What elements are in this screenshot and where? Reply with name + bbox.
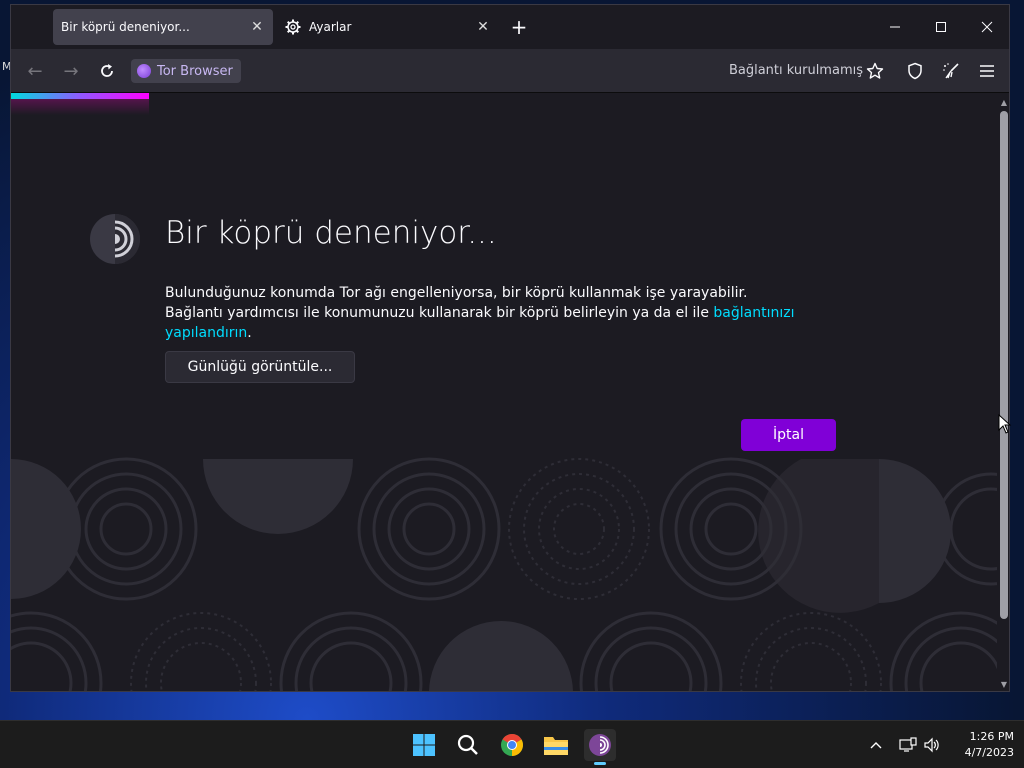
- page-title: Bir köprü deneniyor...: [165, 215, 497, 251]
- taskbar: 1:26 PM 4/7/2023: [0, 720, 1024, 768]
- search-icon[interactable]: [452, 729, 484, 761]
- bookmark-star-icon[interactable]: [861, 57, 889, 85]
- scroll-up-icon[interactable]: ▲: [1000, 99, 1008, 107]
- minimize-icon[interactable]: [881, 13, 909, 41]
- tab-settings[interactable]: Ayarlar ✕: [279, 9, 499, 45]
- tor-onion-icon: [137, 64, 151, 78]
- view-log-button[interactable]: Günlüğü görüntüle...: [165, 351, 355, 383]
- page-content: Bir köprü deneniyor... Bulunduğunuz konu…: [11, 93, 997, 691]
- chrome-icon[interactable]: [496, 729, 528, 761]
- tab-bar: Bir köprü deneniyor... ✕ Ayarlar ✕ +: [11, 5, 1009, 49]
- connection-status-label: Bağlantı kurulmamış: [728, 63, 863, 78]
- scroll-thumb[interactable]: [1000, 111, 1008, 619]
- clock-time: 1:26 PM: [969, 730, 1014, 743]
- close-tab-icon[interactable]: ✕: [471, 15, 495, 39]
- tab-title: Bir köprü deneniyor...: [61, 20, 190, 34]
- close-window-icon[interactable]: [973, 13, 1001, 41]
- url-bar[interactable]: Tor Browser Bağlantı kurulmamış: [131, 55, 863, 87]
- tab-bridge-connecting[interactable]: Bir köprü deneniyor... ✕: [53, 9, 273, 45]
- browser-window: Bir köprü deneniyor... ✕ Ayarlar ✕ + ← →…: [10, 4, 1010, 692]
- back-arrow-icon[interactable]: ←: [21, 57, 49, 85]
- menu-hamburger-icon[interactable]: [973, 57, 1001, 85]
- gear-icon: [285, 19, 301, 35]
- decorative-circle-pattern: [11, 457, 997, 691]
- progress-glow: [11, 99, 149, 115]
- tor-onion-logo-icon: [90, 214, 140, 264]
- navigation-toolbar: ← → Tor Browser Bağlantı kurulmamış: [11, 49, 1009, 93]
- network-icon[interactable]: [898, 735, 918, 755]
- page-description: Bulunduğunuz konumda Tor ağı engelleniyo…: [165, 283, 805, 343]
- identity-label: Tor Browser: [157, 63, 233, 79]
- tor-browser-icon[interactable]: [584, 729, 616, 765]
- tor-identity-box[interactable]: Tor Browser: [131, 59, 241, 83]
- system-clock[interactable]: 1:26 PM 4/7/2023: [944, 729, 1014, 761]
- chevron-up-icon[interactable]: [866, 735, 886, 755]
- scroll-down-icon[interactable]: ▼: [1000, 681, 1008, 689]
- new-identity-broom-icon[interactable]: [937, 57, 965, 85]
- mouse-cursor-icon: [998, 414, 1012, 434]
- new-tab-button[interactable]: +: [507, 15, 531, 39]
- clock-date: 4/7/2023: [964, 746, 1014, 759]
- cancel-button[interactable]: İptal: [741, 419, 836, 451]
- description-end: .: [247, 325, 252, 341]
- close-tab-icon[interactable]: ✕: [245, 15, 269, 39]
- reload-icon[interactable]: [93, 57, 121, 85]
- tab-title: Ayarlar: [309, 20, 352, 34]
- maximize-icon[interactable]: [927, 13, 955, 41]
- active-app-indicator: [594, 762, 606, 765]
- file-explorer-icon[interactable]: [540, 729, 572, 761]
- description-text: Bulunduğunuz konumda Tor ağı engelleniyo…: [165, 285, 748, 321]
- page-scrollbar[interactable]: ▲ ▼: [997, 93, 1009, 691]
- shield-icon[interactable]: [901, 57, 929, 85]
- windows-start-icon[interactable]: [408, 729, 440, 761]
- forward-arrow-icon[interactable]: →: [57, 57, 85, 85]
- speaker-icon[interactable]: [922, 735, 942, 755]
